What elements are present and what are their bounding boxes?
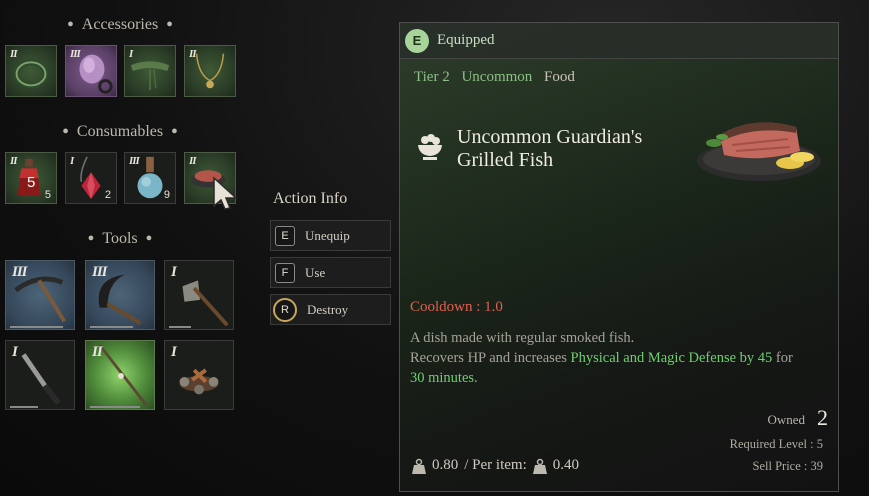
accessory-slot-ring[interactable]: II — [5, 45, 57, 97]
total-weight: 0.80 — [432, 457, 459, 473]
durability-bar — [169, 326, 191, 328]
tier-label: I — [70, 155, 74, 167]
sell-price: Sell Price : 39 — [752, 459, 823, 473]
item-rarity: Uncommon — [461, 69, 533, 85]
description-line-2: Recovers HP and increases Physical and M… — [410, 350, 793, 366]
item-detail-panel: E Equipped Tier 2 Uncommon Food Uncommon… — [399, 22, 839, 492]
weight-icon — [532, 458, 547, 474]
item-count: 5 — [44, 189, 51, 201]
grilled-fish-dish-image — [697, 122, 821, 181]
tier-label: II — [92, 344, 103, 360]
key-r-hold-hint: R — [273, 297, 297, 322]
tool-slot-axe[interactable]: I — [164, 260, 234, 330]
tool-slot-campfire[interactable]: I — [164, 340, 234, 410]
action-info-title: Action Info — [273, 190, 348, 207]
tier-label: I — [171, 344, 177, 360]
item-type: Food — [544, 69, 575, 85]
panel-header: E Equipped — [400, 23, 838, 59]
cooldown-text: Cooldown : 1.0 — [410, 299, 503, 315]
cursor-arrow-icon — [213, 176, 238, 210]
consumable-slot-red-crystal[interactable]: I 2 — [65, 152, 117, 204]
tier-label: I — [12, 344, 18, 360]
use-label: Use — [305, 264, 326, 280]
accessories-section-title: ● Accessories ● — [67, 16, 173, 33]
tier-label: II — [189, 155, 197, 167]
equipped-status: Equipped — [437, 32, 495, 48]
consumables-section-title: ● Consumables ● — [62, 123, 178, 140]
key-e-hint: E — [275, 225, 295, 246]
item-count: 2 — [104, 189, 111, 201]
weight-icon — [412, 458, 426, 474]
tier-label: I — [129, 48, 133, 60]
destroy-button[interactable]: R Destroy — [270, 294, 391, 325]
item-description: A dish made with regular smoked fish. Re… — [410, 328, 840, 388]
item-count: 9 — [163, 189, 170, 201]
tier-label: III — [92, 264, 107, 280]
tool-slot-fishing-rod[interactable]: II — [85, 340, 155, 410]
description-line-3: 30 minutes. — [410, 370, 478, 386]
equipped-badge-icon: E — [405, 28, 429, 53]
tool-slot-sickle[interactable]: III — [85, 260, 155, 330]
accessory-slot-necklace[interactable]: II — [184, 45, 236, 97]
required-level: Required Level : 5 — [729, 437, 823, 451]
tier-label: III — [70, 48, 81, 60]
tools-section-title: ● Tools ● — [87, 230, 153, 247]
consumable-slot-blue-potion[interactable]: III 9 — [124, 152, 176, 204]
use-button[interactable]: F Use — [270, 257, 391, 288]
item-name: Uncommon Guardian's Grilled Fish — [457, 126, 643, 171]
description-line-1: A dish made with regular smoked fish. — [410, 330, 635, 346]
accessory-slot-purple-ring[interactable]: III — [65, 45, 117, 97]
tier-label: III — [129, 155, 140, 167]
tier-label: I — [171, 264, 177, 280]
green-cloth-icon — [130, 61, 170, 91]
durability-bar — [90, 406, 140, 408]
food-bowl-icon — [418, 134, 442, 160]
durability-bar — [10, 406, 38, 408]
tier-label: II — [10, 48, 18, 60]
tool-slot-pickaxe[interactable]: III — [5, 260, 75, 330]
owned-count: 2 — [817, 405, 828, 430]
consumable-slot-red-potion[interactable]: II 5 5 — [5, 152, 57, 204]
weight-info: 0.80 / Per item: 0.40 — [412, 457, 579, 474]
per-item-label: / Per item: — [464, 457, 527, 473]
destroy-label: Destroy — [307, 301, 349, 317]
item-tier: Tier 2 — [414, 69, 450, 85]
unequip-label: Unequip — [305, 227, 350, 243]
potion-stack-number: 5 — [27, 174, 36, 191]
tier-label: II — [189, 48, 197, 60]
tier-label: III — [12, 264, 27, 280]
unequip-button[interactable]: E Unequip — [270, 220, 391, 251]
tool-slot-knife[interactable]: I — [5, 340, 75, 410]
item-tags: Tier 2 Uncommon Food — [414, 69, 583, 86]
accessory-slot-cloth[interactable]: I — [124, 45, 176, 97]
owned-label: Owned — [767, 412, 805, 427]
durability-bar — [90, 326, 133, 328]
durability-bar — [10, 326, 63, 328]
per-item-weight: 0.40 — [552, 457, 579, 473]
defense-buff-highlight: Physical and Magic Defense by 45 — [570, 350, 773, 366]
tier-label: II — [10, 155, 18, 167]
duration-highlight: 30 minutes — [410, 370, 475, 386]
key-f-hint: F — [275, 262, 295, 283]
